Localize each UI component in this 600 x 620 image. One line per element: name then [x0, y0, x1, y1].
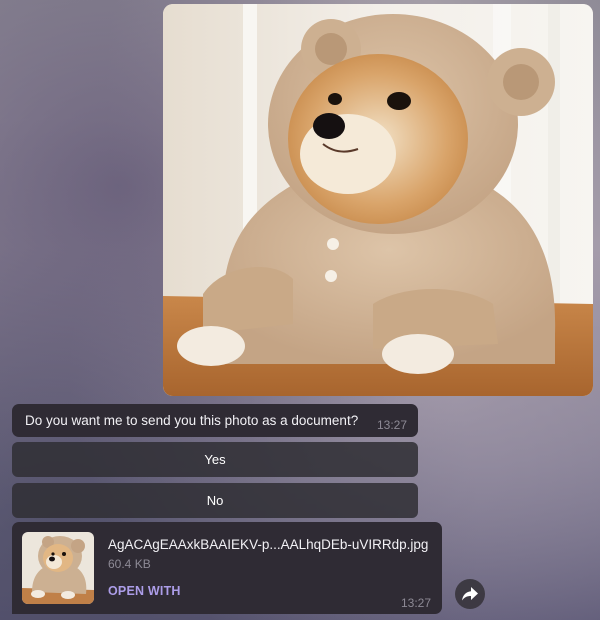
- bot-message-bubble: Do you want me to send you this photo as…: [12, 404, 418, 437]
- message-timestamp: 13:27: [376, 418, 407, 432]
- yes-button[interactable]: Yes: [12, 442, 418, 477]
- open-with-link[interactable]: OPEN WITH: [108, 584, 181, 598]
- share-button[interactable]: [455, 579, 485, 609]
- dog-photo: [163, 4, 593, 396]
- document-message-bubble: AgACAgEAAxkBAAIEKV-p...AALhqDEb-uVIRRdp.…: [12, 522, 442, 614]
- document-size: 60.4 KB: [108, 557, 151, 571]
- photo-message[interactable]: [163, 4, 593, 396]
- share-arrow-icon: [462, 587, 478, 601]
- document-timestamp: 13:27: [400, 596, 431, 610]
- no-button[interactable]: No: [12, 483, 418, 518]
- photo-thumbnail-icon: [22, 532, 94, 604]
- message-text: Do you want me to send you this photo as…: [25, 413, 359, 428]
- document-filename: AgACAgEAAxkBAAIEKV-p...AALhqDEb-uVIRRdp.…: [108, 537, 429, 552]
- document-thumbnail[interactable]: [22, 532, 94, 604]
